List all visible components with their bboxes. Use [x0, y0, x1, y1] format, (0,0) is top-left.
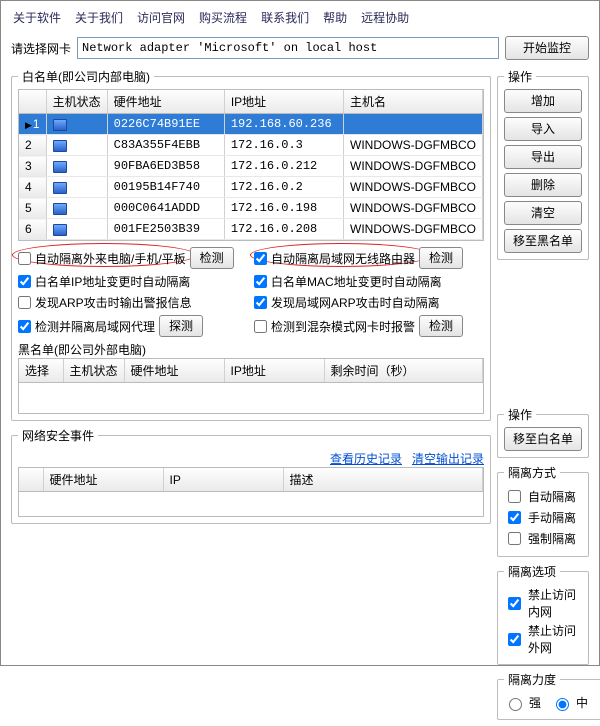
table-row[interactable]: 5000C0641ADDD172.16.0.198WINDOWS-DGFMBCO [19, 198, 483, 219]
events-group: 网络安全事件 查看历史记录 清空输出记录 硬件地址 IP 描述 [11, 427, 491, 524]
clear-button[interactable]: 清空 [504, 201, 582, 225]
table-row[interactable]: 400195B14F740172.16.0.2WINDOWS-DGFMBCO [19, 177, 483, 198]
level-strong-radio[interactable] [509, 698, 522, 711]
events-title: 网络安全事件 [18, 427, 98, 444]
opt-label: 自动隔离局域网无线路由器 [271, 250, 415, 267]
probe-button[interactable]: 探测 [159, 315, 203, 337]
adapter-label: 请选择网卡 [11, 40, 71, 57]
events-table[interactable]: 硬件地址 IP 描述 [19, 468, 483, 517]
table-row[interactable]: 2C83A355F4EBB172.16.0.3WINDOWS-DGFMBCO [19, 135, 483, 156]
col-mac: 硬件地址 [124, 359, 224, 383]
ops-group: 操作 增加 导入 导出 删除 清空 移至黑名单 [497, 68, 589, 260]
blacklist-table[interactable]: 选择 主机状态 硬件地址 IP地址 剩余时间（秒） [19, 359, 483, 413]
menu-item[interactable]: 联系我们 [261, 9, 309, 26]
col-desc: 描述 [283, 468, 483, 492]
host-icon [53, 182, 67, 194]
blacklist-title: 黑名单(即公司外部电脑) [18, 341, 484, 358]
delete-button[interactable]: 删除 [504, 173, 582, 197]
ops2-group: 操作 移至白名单 [497, 406, 589, 458]
ops2-title: 操作 [504, 406, 536, 423]
radio-label: 中 [576, 694, 588, 711]
opt-proxy-detect[interactable] [18, 320, 31, 333]
host-icon [53, 119, 67, 131]
table-row[interactable]: 10226C74B91EE192.168.60.236 [19, 114, 483, 135]
to-whitelist-button[interactable]: 移至白名单 [504, 427, 582, 451]
col-rownum [19, 90, 46, 114]
opt-isolate-router[interactable] [254, 252, 267, 265]
col-hoststate: 主机状态 [46, 90, 107, 114]
isolation-mode-group: 隔离方式 自动隔离 手动隔离 强制隔离 [497, 464, 589, 557]
col-hostname: 主机名 [344, 90, 483, 114]
ck-label-text: 禁止访问内网 [528, 586, 582, 620]
col-ip: IP地址 [224, 90, 343, 114]
col-mac: 硬件地址 [43, 468, 163, 492]
whitelist-group: 白名单(即公司内部电脑) 主机状态 硬件地址 IP地址 主机名 10226C74… [11, 68, 491, 421]
host-icon [53, 203, 67, 215]
menu-item[interactable]: 关于我们 [75, 9, 123, 26]
host-icon [53, 140, 67, 152]
opt-label: 自动隔离外来电脑/手机/平板 [35, 250, 186, 267]
whitelist-title: 白名单(即公司内部电脑) [18, 68, 154, 85]
start-monitor-button[interactable]: 开始监控 [505, 36, 589, 60]
block-intranet-check[interactable] [508, 597, 521, 610]
add-button[interactable]: 增加 [504, 89, 582, 113]
opt-label: 发现ARP攻击时输出警报信息 [35, 294, 192, 311]
ck-label-text: 强制隔离 [528, 530, 576, 547]
radio-label: 强 [529, 694, 541, 711]
level-medium-radio[interactable] [556, 698, 569, 711]
manual-isolate-check[interactable] [508, 511, 521, 524]
detect-button[interactable]: 检测 [190, 247, 234, 269]
clear-log-link[interactable]: 清空输出记录 [412, 450, 484, 467]
col-blank [19, 468, 43, 492]
col-select: 选择 [19, 359, 63, 383]
opt-label: 发现局域网ARP攻击时自动隔离 [271, 294, 440, 311]
col-ip: IP [163, 468, 283, 492]
isolation-opts-title: 隔离选项 [504, 563, 560, 580]
menubar: 关于软件 关于我们 访问官网 购买流程 联系我们 帮助 远程协助 [7, 5, 593, 30]
menu-item[interactable]: 购买流程 [199, 9, 247, 26]
menu-item[interactable]: 远程协助 [361, 9, 409, 26]
table-row[interactable]: 390FBA6ED3B58172.16.0.212WINDOWS-DGFMBCO [19, 156, 483, 177]
force-isolate-check[interactable] [508, 532, 521, 545]
opt-label: 检测并隔离局域网代理 [35, 318, 155, 335]
ck-label-text: 手动隔离 [528, 509, 576, 526]
opt-isolate-foreign[interactable] [18, 252, 31, 265]
menu-item[interactable]: 访问官网 [137, 9, 185, 26]
opt-label: 检测到混杂模式网卡时报警 [271, 318, 415, 335]
adapter-combo[interactable] [77, 37, 499, 59]
col-ip: IP地址 [224, 359, 324, 383]
whitelist-table[interactable]: 主机状态 硬件地址 IP地址 主机名 10226C74B91EE192.168.… [19, 90, 483, 240]
isolation-mode-title: 隔离方式 [504, 464, 560, 481]
opt-arp-alert[interactable] [18, 296, 31, 309]
to-blacklist-button[interactable]: 移至黑名单 [504, 229, 582, 253]
menu-item[interactable]: 关于软件 [13, 9, 61, 26]
import-button[interactable]: 导入 [504, 117, 582, 141]
block-internet-check[interactable] [508, 633, 521, 646]
opt-promisc[interactable] [254, 320, 267, 333]
table-row[interactable]: 6001FE2503B39172.16.0.208WINDOWS-DGFMBCO [19, 219, 483, 240]
ck-label-text: 禁止访问外网 [528, 622, 582, 656]
auto-isolate-check[interactable] [508, 490, 521, 503]
isolation-level-title: 隔离力度 [504, 671, 560, 688]
col-hoststate: 主机状态 [63, 359, 124, 383]
opt-arp-isolate[interactable] [254, 296, 267, 309]
view-history-link[interactable]: 查看历史记录 [330, 450, 402, 467]
ops-title: 操作 [504, 68, 536, 85]
opt-ip-change[interactable] [18, 275, 31, 288]
detect-button[interactable]: 检测 [419, 247, 463, 269]
col-remaining: 剩余时间（秒） [324, 359, 482, 383]
menu-item[interactable]: 帮助 [323, 9, 347, 26]
opt-label: 白名单MAC地址变更时自动隔离 [271, 273, 442, 290]
host-icon [53, 161, 67, 173]
ck-label-text: 自动隔离 [528, 488, 576, 505]
detect-button[interactable]: 检测 [419, 315, 463, 337]
opt-mac-change[interactable] [254, 275, 267, 288]
export-button[interactable]: 导出 [504, 145, 582, 169]
col-mac: 硬件地址 [107, 90, 224, 114]
host-icon [53, 224, 67, 236]
isolation-opts-group: 隔离选项 禁止访问内网 禁止访问外网 [497, 563, 589, 665]
isolation-level-group: 隔离力度 强 中 弱 [497, 671, 600, 720]
opt-label: 白名单IP地址变更时自动隔离 [35, 273, 190, 290]
